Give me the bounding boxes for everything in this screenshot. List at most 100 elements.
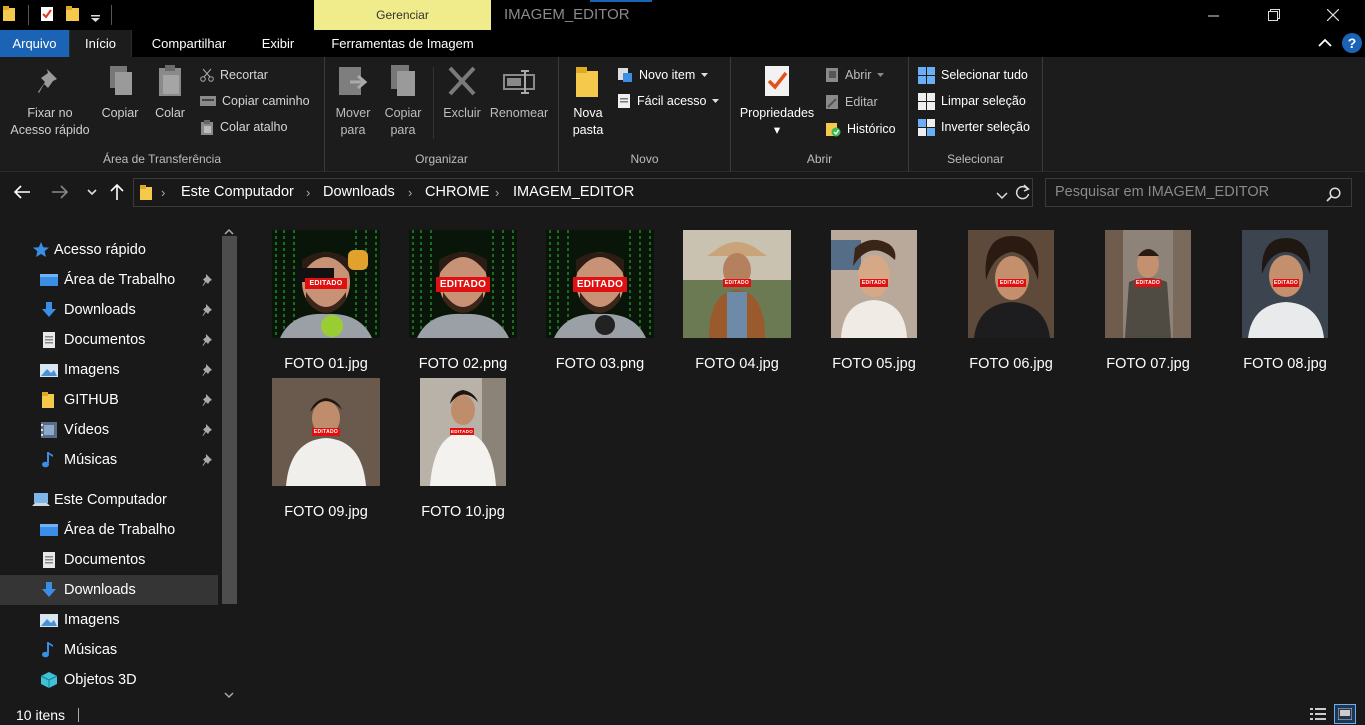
properties-caret-icon[interactable]: ▾	[735, 122, 819, 139]
sidebar-item-label: Imagens	[64, 362, 120, 378]
select-all-icon	[918, 66, 935, 84]
easy-access-label: Fácil acesso	[637, 94, 707, 108]
sidebar-item-label: Downloads	[64, 582, 136, 598]
file-item[interactable]: EDITADO FOTO 02.png	[398, 220, 528, 372]
music-note-icon	[42, 642, 53, 658]
cut-button[interactable]: Recortar	[200, 64, 268, 86]
search-input[interactable]: Pesquisar em IMAGEM_EDITOR	[1045, 178, 1352, 207]
select-none-button[interactable]: Limpar seleção	[918, 90, 1026, 112]
breadcrumb-separator-icon[interactable]: ›	[306, 179, 310, 206]
breadcrumb-separator-icon[interactable]: ›	[495, 179, 499, 206]
cut-label: Recortar	[220, 68, 268, 82]
breadcrumb-separator-icon[interactable]: ›	[161, 179, 165, 206]
forward-button[interactable]	[48, 180, 72, 204]
collapse-ribbon-icon[interactable]	[1318, 36, 1332, 53]
file-item[interactable]: EDITADO FOTO 05.jpg	[809, 220, 939, 372]
help-icon[interactable]: ?	[1342, 33, 1362, 53]
properties-quick-icon[interactable]	[40, 6, 54, 25]
recent-locations-button[interactable]	[80, 180, 104, 204]
breadcrumb-imagem-editor[interactable]: IMAGEM_EDITOR	[513, 179, 634, 206]
sidebar-item-pc-music[interactable]: Músicas	[0, 635, 218, 665]
file-explorer-window: Gerenciar IMAGEM_EDITOR Arquivo Início C…	[0, 0, 1365, 725]
file-item[interactable]: EDITADO FOTO 04.jpg	[672, 220, 802, 372]
new-folder-quick-icon[interactable]	[66, 6, 79, 25]
properties-button[interactable]: Propriedades ▾	[735, 63, 819, 139]
invert-selection-button[interactable]: Inverter seleção	[918, 116, 1030, 138]
copy-to-button[interactable]: Copiar para	[380, 63, 426, 139]
copy-to-icon	[391, 65, 415, 96]
select-all-button[interactable]: Selecionar tudo	[918, 64, 1028, 86]
sidebar-item-desktop[interactable]: Área de Trabalho	[0, 265, 218, 295]
sidebar-item-downloads[interactable]: Downloads	[0, 295, 218, 325]
sidebar-item-pictures[interactable]: Imagens	[0, 355, 218, 385]
search-icon[interactable]	[1326, 185, 1341, 212]
download-arrow-icon	[42, 302, 56, 317]
copy-button[interactable]: Copiar	[97, 63, 143, 122]
file-item[interactable]: EDITADO FOTO 03.png	[535, 220, 665, 372]
breadcrumb-este-computador[interactable]: Este Computador	[181, 179, 294, 206]
file-item[interactable]: EDITADO FOTO 07.jpg	[1083, 220, 1213, 372]
sidebar-item-documents[interactable]: Documentos	[0, 325, 218, 355]
back-button[interactable]	[10, 180, 34, 204]
address-bar[interactable]: › Este Computador › Downloads › CHROME ›…	[133, 178, 1033, 207]
context-tab-manage[interactable]: Gerenciar	[314, 0, 491, 30]
sidebar-item-pc-documents[interactable]: Documentos	[0, 545, 218, 575]
caret-down-icon	[701, 73, 709, 77]
file-item[interactable]: EDITADO FOTO 01.jpg	[261, 220, 391, 372]
file-thumbnail: EDITADO	[409, 230, 517, 338]
sidebar-item-pc-pictures[interactable]: Imagens	[0, 605, 218, 635]
minimize-button[interactable]	[1190, 0, 1236, 30]
file-name: FOTO 07.jpg	[1106, 356, 1190, 372]
tab-inicio[interactable]: Início	[69, 30, 132, 57]
sidebar-item-quick-access[interactable]: Acesso rápido	[0, 235, 218, 265]
sidebar-scroll-thumb[interactable]	[222, 236, 237, 604]
sidebar-item-github[interactable]: GITHUB	[0, 385, 218, 415]
file-item[interactable]: EDITADO FOTO 09.jpg	[261, 368, 391, 520]
sidebar-item-videos[interactable]: Vídeos	[0, 415, 218, 445]
paste-button[interactable]: Colar	[147, 63, 193, 122]
new-item-button[interactable]: Novo item	[617, 64, 709, 86]
history-button[interactable]: Histórico	[825, 118, 896, 140]
new-folder-button[interactable]: Nova pasta	[565, 63, 611, 139]
open-button[interactable]: Abrir	[825, 64, 885, 86]
file-item[interactable]: EDITADO FOTO 08.jpg	[1220, 220, 1350, 372]
file-item[interactable]: EDITADO FOTO 10.jpg	[398, 368, 528, 520]
ribbon-home: Fixar no Acesso rápido Copiar Colar Reco…	[0, 57, 1365, 172]
tab-ferramentas-de-imagem[interactable]: Ferramentas de Imagem	[314, 30, 491, 57]
new-folder-line2: pasta	[572, 123, 604, 137]
edited-badge: EDITADO	[573, 277, 627, 292]
rename-button[interactable]: Renomear	[487, 63, 551, 122]
edit-button[interactable]: Editar	[825, 91, 878, 113]
tab-arquivo[interactable]: Arquivo	[0, 30, 69, 57]
sidebar-item-pc-desktop[interactable]: Área de Trabalho	[0, 515, 218, 545]
sidebar-item-music[interactable]: Músicas	[0, 445, 218, 475]
address-history-dropdown-icon[interactable]	[996, 187, 1008, 203]
tab-exibir[interactable]: Exibir	[246, 30, 310, 57]
large-icons-view-button[interactable]	[1334, 704, 1356, 724]
refresh-icon[interactable]	[1015, 184, 1030, 203]
file-item[interactable]: EDITADO FOTO 06.jpg	[946, 220, 1076, 372]
tab-compartilhar[interactable]: Compartilhar	[132, 30, 246, 57]
sidebar-item-pc-3d-objects[interactable]: Objetos 3D	[0, 665, 218, 695]
pin-quick-access-button[interactable]: Fixar no Acesso rápido	[4, 63, 96, 139]
copy-path-button[interactable]: Copiar caminho	[200, 90, 310, 112]
paste-shortcut-button[interactable]: Colar atalho	[200, 116, 287, 138]
history-label: Histórico	[847, 122, 896, 136]
breadcrumb-separator-icon[interactable]: ›	[408, 179, 412, 206]
caret-down-icon	[712, 99, 720, 103]
breadcrumb-downloads[interactable]: Downloads	[323, 179, 395, 206]
maximize-button[interactable]	[1251, 0, 1297, 30]
details-view-icon[interactable]	[1310, 707, 1326, 724]
sidebar-item-this-pc[interactable]: Este Computador	[0, 485, 218, 515]
up-button[interactable]	[105, 180, 129, 204]
customize-dropdown-icon[interactable]	[91, 10, 100, 26]
close-button[interactable]	[1310, 0, 1356, 30]
breadcrumb-chrome[interactable]: CHROME	[425, 179, 489, 206]
move-to-button[interactable]: Mover para	[331, 63, 375, 139]
delete-button[interactable]: Excluir	[437, 63, 487, 122]
scroll-down-icon[interactable]	[224, 686, 234, 702]
sidebar-item-pc-downloads[interactable]: Downloads	[0, 575, 218, 605]
select-none-icon	[918, 92, 935, 110]
move-to-line2: para	[340, 123, 366, 137]
easy-access-button[interactable]: Fácil acesso	[617, 90, 720, 112]
